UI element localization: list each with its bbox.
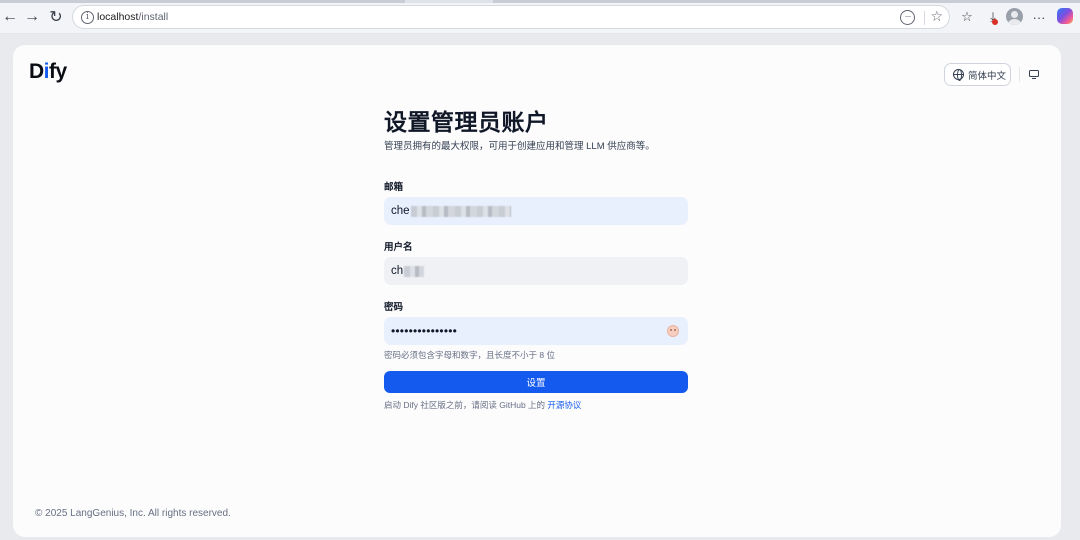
forward-icon[interactable]: →: [22, 7, 42, 27]
profile-avatar-icon[interactable]: [1006, 8, 1023, 25]
favorites-icon[interactable]: ☆: [957, 7, 977, 27]
browser-toolbar: ← → ↻ i localhost/install ··· ☆ ☆ ⤓ ···: [0, 0, 1080, 34]
header-divider: [1019, 67, 1020, 82]
tab-strip: [0, 0, 1080, 3]
copilot-icon[interactable]: [1057, 8, 1073, 24]
email-label: 邮箱: [384, 182, 404, 193]
reader-options-icon[interactable]: ···: [900, 10, 915, 25]
site-info-icon[interactable]: i: [81, 11, 94, 24]
monitor-icon[interactable]: [1029, 70, 1039, 80]
download-error-badge: [992, 19, 998, 25]
license-notice-text: 启动 Dify 社区版之前，请阅读 GitHub 上的: [384, 400, 546, 410]
password-value: •••••••••••••••: [391, 324, 458, 338]
redacted-text: [404, 265, 425, 277]
redacted-text: [410, 205, 511, 217]
password-hint: 密码必须包含字母和数字，且长度不小于 8 位: [384, 350, 555, 360]
page-title: 设置管理员账户: [384, 109, 549, 135]
address-bar[interactable]: i localhost/install ··· ☆: [72, 5, 950, 29]
language-label: 简体中文: [968, 70, 1007, 82]
globe-icon: [953, 69, 964, 81]
url-text: localhost/install: [97, 11, 169, 23]
language-selector[interactable]: 简体中文: [944, 63, 1011, 86]
admin-setup-form: 设置管理员账户 管理员拥有的最大权限，可用于创建应用和管理 LLM 供应商等。 …: [384, 103, 690, 410]
username-value: ch: [391, 265, 404, 277]
tab-indicator: [0, 0, 405, 3]
bookmark-star-icon[interactable]: ☆: [930, 8, 943, 25]
password-field[interactable]: •••••••••••••••: [384, 317, 688, 345]
username-field[interactable]: ch: [384, 257, 688, 285]
reload-icon[interactable]: ↻: [46, 7, 66, 27]
setup-button[interactable]: 设置: [384, 371, 688, 393]
page-subtitle: 管理员拥有的最大权限，可用于创建应用和管理 LLM 供应商等。: [384, 141, 655, 152]
license-link[interactable]: 开源协议: [547, 400, 581, 410]
license-notice: 启动 Dify 社区版之前，请阅读 GitHub 上的 开源协议: [384, 399, 581, 411]
tab-indicator: [493, 0, 1080, 3]
copyright-footer: © 2025 LangGenius, Inc. All rights reser…: [35, 508, 231, 519]
username-label: 用户名: [384, 242, 413, 253]
password-manager-icon[interactable]: [667, 325, 679, 337]
email-value: che: [391, 205, 410, 217]
more-menu-icon[interactable]: ···: [1029, 7, 1049, 27]
dify-logo: Dify: [29, 60, 67, 83]
email-field[interactable]: che: [384, 197, 688, 225]
back-icon[interactable]: ←: [0, 7, 20, 27]
password-label: 密码: [384, 302, 404, 313]
install-page: Dify 简体中文 设置管理员账户 管理员拥有的最大权限，可用于创建应用和管理 …: [13, 45, 1061, 537]
address-bar-divider: [924, 11, 925, 25]
